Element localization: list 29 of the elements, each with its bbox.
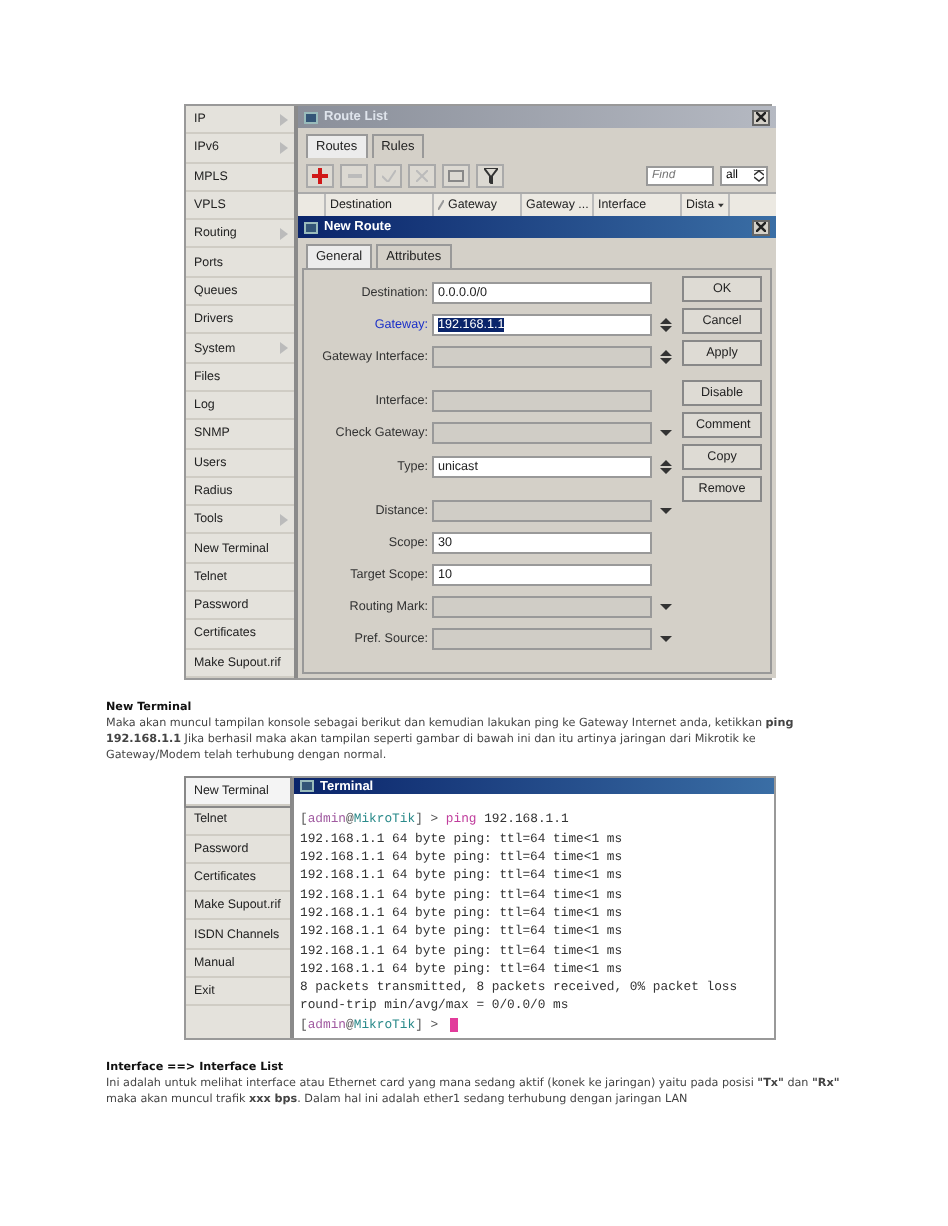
spin-arrows-icon xyxy=(754,169,764,181)
check-icon xyxy=(381,169,395,181)
dropdown-arrow-icon[interactable] xyxy=(718,201,724,209)
spin-arrows-icon[interactable] xyxy=(660,349,672,364)
input-field[interactable] xyxy=(432,345,652,368)
dropdown-arrow-icon[interactable] xyxy=(660,426,672,441)
note-icon xyxy=(448,169,464,181)
filter-button[interactable] xyxy=(476,163,504,187)
window-icon xyxy=(304,221,318,233)
spin-arrows-icon[interactable] xyxy=(660,317,672,332)
dropdown-arrow-icon[interactable] xyxy=(660,600,672,615)
input-field[interactable] xyxy=(432,390,652,413)
dropdown-arrow-icon[interactable] xyxy=(660,503,672,518)
dropdown-arrow-icon[interactable] xyxy=(660,632,672,647)
window-icon xyxy=(300,780,314,793)
spin-arrows-icon[interactable] xyxy=(660,459,672,474)
sort-indicator-icon xyxy=(438,200,444,210)
minus-icon xyxy=(347,173,361,177)
cross-icon xyxy=(416,169,428,181)
filter-icon xyxy=(483,167,497,183)
input-field[interactable] xyxy=(432,596,652,619)
close-button[interactable] xyxy=(752,219,770,235)
input-field[interactable] xyxy=(432,628,652,651)
close-button[interactable] xyxy=(752,109,770,125)
window-icon xyxy=(304,111,318,123)
plus-icon xyxy=(312,167,328,183)
add-button[interactable] xyxy=(306,163,334,187)
input-field[interactable] xyxy=(432,422,652,445)
input-field[interactable] xyxy=(432,499,652,522)
